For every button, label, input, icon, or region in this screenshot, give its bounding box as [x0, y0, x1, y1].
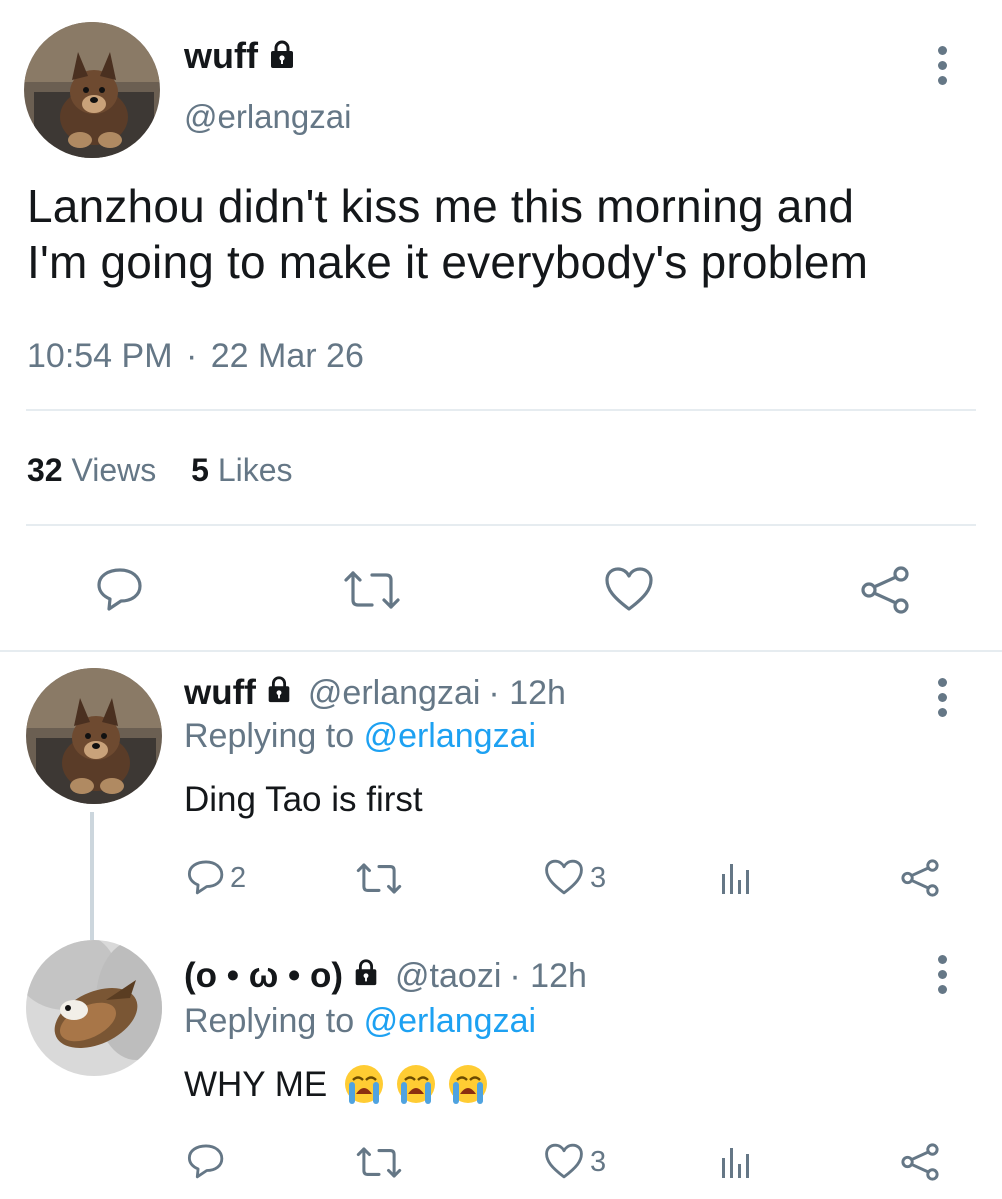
divider: [26, 409, 976, 411]
time: 10:54 PM: [27, 337, 173, 375]
handle[interactable]: @taozi: [395, 957, 501, 996]
like-count: 3: [590, 862, 607, 894]
likes-stat[interactable]: 5 Likes: [191, 452, 292, 488]
share-icon[interactable]: [858, 565, 912, 615]
reply-text: Ding Tao is first: [184, 780, 423, 819]
share-icon[interactable]: [899, 1142, 941, 1182]
handle[interactable]: @erlangzai: [184, 98, 351, 136]
timestamp[interactable]: 10:54 PM · 22 Mar 26: [27, 337, 364, 376]
crying-emoji: [335, 1062, 491, 1108]
views-count: 32: [27, 452, 63, 488]
share-icon[interactable]: [899, 858, 941, 898]
reply-time: · 12h: [488, 673, 566, 712]
tweet-text-line: I'm going to make it everybody's problem: [27, 236, 869, 288]
likes-count: 5: [191, 452, 209, 488]
replying-to: Replying to @erlangzai: [184, 1002, 536, 1041]
reply-time: · 12h: [509, 956, 587, 995]
more-icon[interactable]: [935, 955, 949, 1000]
reply-header: wuff @erlangzai · 12h: [184, 670, 566, 716]
more-icon[interactable]: [935, 46, 949, 91]
divider: [0, 650, 1002, 652]
like-icon[interactable]: [543, 1142, 585, 1180]
reply-count: 2: [230, 862, 247, 894]
divider: [26, 524, 976, 526]
avatar[interactable]: [26, 668, 162, 804]
display-name[interactable]: wuff: [184, 673, 256, 713]
display-name[interactable]: wuff: [184, 35, 258, 77]
separator: ·: [185, 337, 198, 375]
display-name[interactable]: (o • ω • o): [184, 956, 343, 996]
likes-label: Likes: [217, 452, 293, 488]
replying-prefix: Replying to: [184, 717, 355, 755]
engagement-stats: 32 Views 5 Likes: [27, 452, 293, 489]
date: 22 Mar 26: [210, 337, 364, 375]
reply-icon[interactable]: [186, 858, 226, 896]
analytics-icon[interactable]: [720, 860, 752, 896]
analytics-icon[interactable]: [720, 1144, 752, 1180]
replying-handle[interactable]: @erlangzai: [364, 717, 537, 755]
reply-header: (o • ω • o) @taozi · 12h: [184, 953, 587, 999]
replying-handle[interactable]: @erlangzai: [364, 1002, 537, 1040]
replying-to: Replying to @erlangzai: [184, 717, 536, 756]
lock-icon: [264, 674, 294, 713]
reply-text-row: WHY ME: [184, 1062, 491, 1108]
like-icon[interactable]: [543, 858, 585, 896]
reply-icon[interactable]: [95, 565, 145, 613]
thread-line: [90, 812, 94, 940]
lock-icon: [351, 957, 381, 996]
avatar[interactable]: [24, 22, 160, 158]
views-stat[interactable]: 32 Views: [27, 452, 165, 488]
replying-prefix: Replying to: [184, 1002, 355, 1040]
retweet-icon[interactable]: [355, 1145, 403, 1180]
reply-icon[interactable]: [186, 1142, 226, 1180]
lock-icon: [266, 38, 298, 75]
more-icon[interactable]: [935, 678, 949, 723]
retweet-icon[interactable]: [342, 568, 402, 612]
like-icon[interactable]: [603, 565, 655, 613]
tweet-text-line: Lanzhou didn't kiss me this morning and: [27, 180, 855, 232]
reply-text: WHY ME: [184, 1065, 328, 1104]
views-label: Views: [71, 452, 157, 488]
tweet-text: Lanzhou didn't kiss me this morning and …: [27, 178, 868, 290]
like-count: 3: [590, 1146, 607, 1178]
avatar[interactable]: [26, 940, 162, 1076]
retweet-icon[interactable]: [355, 861, 403, 896]
handle[interactable]: @erlangzai: [308, 674, 481, 713]
